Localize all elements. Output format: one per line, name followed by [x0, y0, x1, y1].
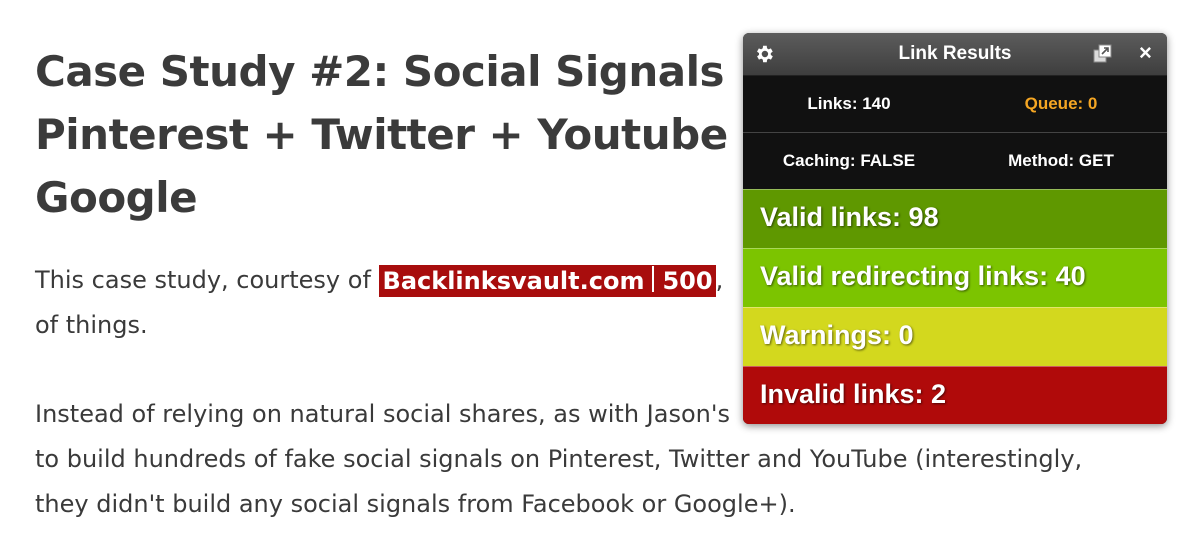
popout-icon[interactable]: [1093, 44, 1113, 64]
intro-text: This case study, courtesy of: [35, 266, 379, 294]
body-line-2: to build hundreds of fake social signals…: [35, 445, 1083, 473]
link-results-panel: Link Results × Links: 140 Queue: 0 Cachi…: [743, 33, 1167, 424]
caching-status: Caching: FALSE: [782, 151, 916, 170]
stats-row-1: Links: 140 Queue: 0: [743, 76, 1167, 132]
close-icon[interactable]: ×: [1139, 42, 1152, 64]
badge-divider: [652, 266, 655, 292]
invalid-links-row[interactable]: Invalid links: 2: [743, 366, 1167, 424]
badge-count: 500: [662, 267, 713, 295]
panel-titlebar[interactable]: Link Results ×: [743, 33, 1167, 76]
warnings-row[interactable]: Warnings: 0: [743, 307, 1167, 366]
body-line-3: they didn't build any social signals fro…: [35, 490, 796, 518]
site-badge[interactable]: Backlinksvault.com 500: [378, 265, 716, 297]
stats-row-2: Caching: FALSE Method: GET: [743, 132, 1167, 189]
intro-comma: ,: [715, 266, 724, 294]
badge-site-name: Backlinksvault.com: [382, 267, 645, 295]
links-count: Links: 140: [807, 94, 891, 113]
redirecting-links-row[interactable]: Valid redirecting links: 40: [743, 248, 1167, 307]
valid-links-row[interactable]: Valid links: 98: [743, 189, 1167, 248]
queue-count: Queue: 0: [1024, 94, 1098, 113]
method-status: Method: GET: [1008, 151, 1114, 170]
